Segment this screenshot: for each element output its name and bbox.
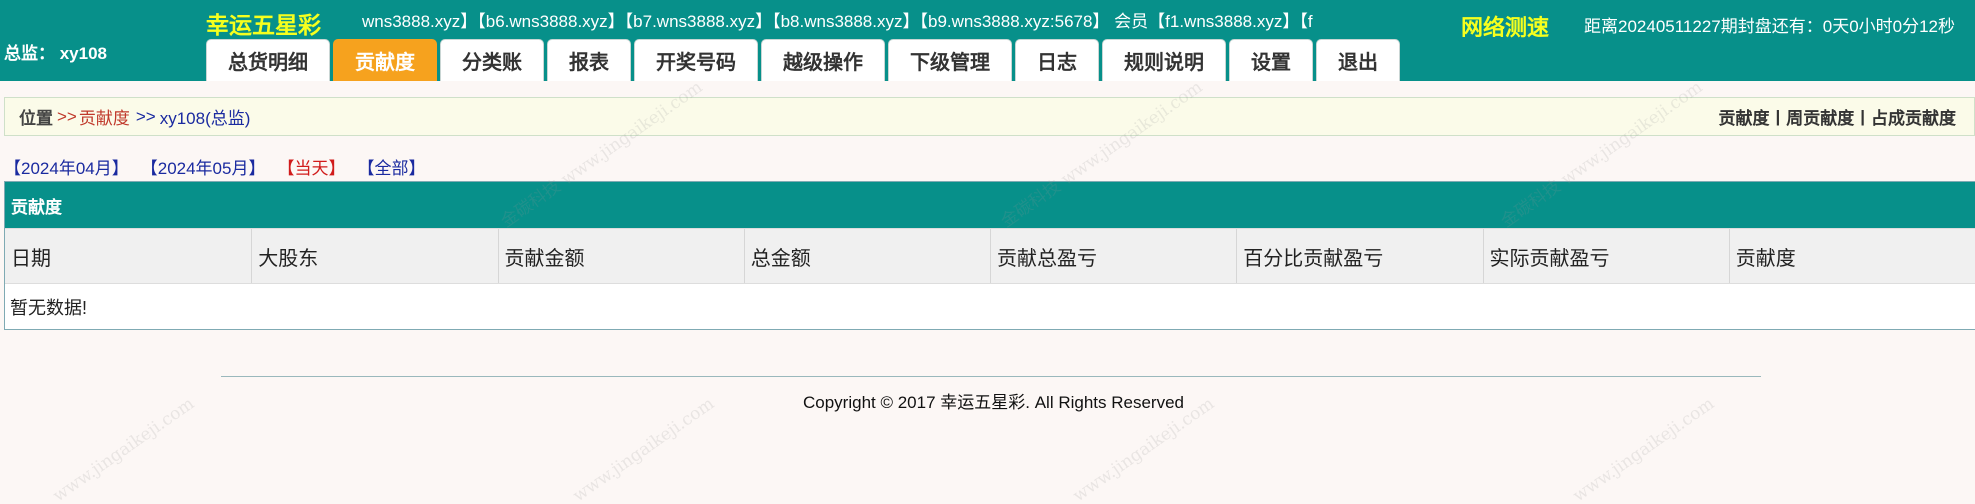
tab-classified-ledger[interactable]: 分类账 (440, 39, 544, 81)
tab-rules[interactable]: 规则说明 (1102, 39, 1226, 81)
breadcrumb-user: xy108(总监) (159, 109, 251, 128)
breadcrumb-root: 位置 (19, 109, 53, 128)
tab-contribution[interactable]: 贡献度 (333, 39, 437, 81)
contribution-view-links: 贡献度 | 周贡献度 | 占成贡献度 (1718, 104, 1956, 129)
account-role: 总监： xy108 (4, 44, 107, 63)
column-header-contribution-amount: 贡献金额 (497, 229, 744, 283)
date-filters: 【2024年04月】 【2024年05月】 【当天】 【全部】 (4, 154, 437, 179)
link-weekly-contribution[interactable]: 周贡献度 (1786, 104, 1854, 129)
column-header-total-amount: 总金额 (743, 229, 990, 283)
domain-marquee: wns3888.xyz】【b6.wns3888.xyz】【b7.wns3888.… (362, 9, 1413, 35)
speed-test-link[interactable]: 网络测速 (1461, 10, 1549, 42)
filter-2024-05[interactable]: 【2024年05月】 (141, 154, 266, 179)
breadcrumb: 位置 >> 贡献度 >> xy108(总监) 贡献度 | 周贡献度 | 占成贡献… (4, 97, 1975, 136)
breadcrumb-separator: >> (135, 106, 156, 126)
column-header-contribution: 贡献度 (1728, 229, 1975, 283)
filter-2024-04[interactable]: 【2024年04月】 (4, 154, 129, 179)
breadcrumb-separator: >> (57, 106, 77, 126)
column-header-total-profit-loss: 贡献总盈亏 (990, 229, 1236, 283)
table-header-row: 日期 大股东 贡献金额 总金额 贡献总盈亏 百分比贡献盈亏 实际贡献盈亏 贡献度 (5, 228, 1975, 284)
table-title: 贡献度 (5, 182, 1975, 228)
footer-divider (221, 376, 1761, 377)
column-header-date: 日期 (11, 247, 51, 270)
link-contribution[interactable]: 贡献度 (1718, 104, 1769, 129)
filter-all[interactable]: 【全部】 (357, 154, 425, 179)
column-header-actual-profit-loss: 实际贡献盈亏 (1482, 229, 1729, 283)
contribution-table: 贡献度 日期 大股东 贡献金额 总金额 贡献总盈亏 百分比贡献盈亏 实际贡献盈亏… (4, 181, 1975, 330)
empty-state-row: 暂无数据! (5, 284, 1975, 329)
breadcrumb-current: 贡献度 (78, 109, 130, 128)
column-header-major-shareholder: 大股东 (251, 229, 497, 283)
close-countdown: 距离20240511227期封盘还有：0天0小时0分12秒 (1584, 17, 1956, 36)
column-header-percent-profit-loss: 百分比贡献盈亏 (1236, 229, 1482, 283)
tab-sub-management[interactable]: 下级管理 (888, 39, 1012, 81)
link-divider: | (1775, 106, 1781, 126)
main-nav: 总货明细 贡献度 分类账 报表 开奖号码 越级操作 下级管理 日志 规则说明 设… (206, 39, 1400, 81)
marquee-text: wns3888.xyz】【b6.wns3888.xyz】【b7.wns3888.… (362, 12, 1313, 31)
tab-logout[interactable]: 退出 (1316, 39, 1400, 81)
tab-log[interactable]: 日志 (1015, 39, 1099, 81)
tab-reports[interactable]: 报表 (547, 39, 631, 81)
tab-draw-numbers[interactable]: 开奖号码 (634, 39, 758, 81)
top-header: 总监： xy108 幸运五星彩 wns3888.xyz】【b6.wns3888.… (0, 0, 1975, 81)
tab-skip-level-ops[interactable]: 越级操作 (761, 39, 885, 81)
filter-today[interactable]: 【当天】 (277, 154, 345, 179)
link-divider: | (1860, 106, 1865, 126)
tab-settings[interactable]: 设置 (1229, 39, 1313, 81)
breadcrumb-path: 位置 >> 贡献度 >> xy108(总监) (19, 104, 250, 129)
tab-ledger-detail[interactable]: 总货明细 (206, 39, 330, 81)
site-logo: 幸运五星彩 (206, 12, 321, 38)
link-share-contribution[interactable]: 占成贡献度 (1871, 104, 1956, 129)
footer-copyright: Copyright © 2017 幸运五星彩. All Rights Reser… (803, 393, 1184, 412)
